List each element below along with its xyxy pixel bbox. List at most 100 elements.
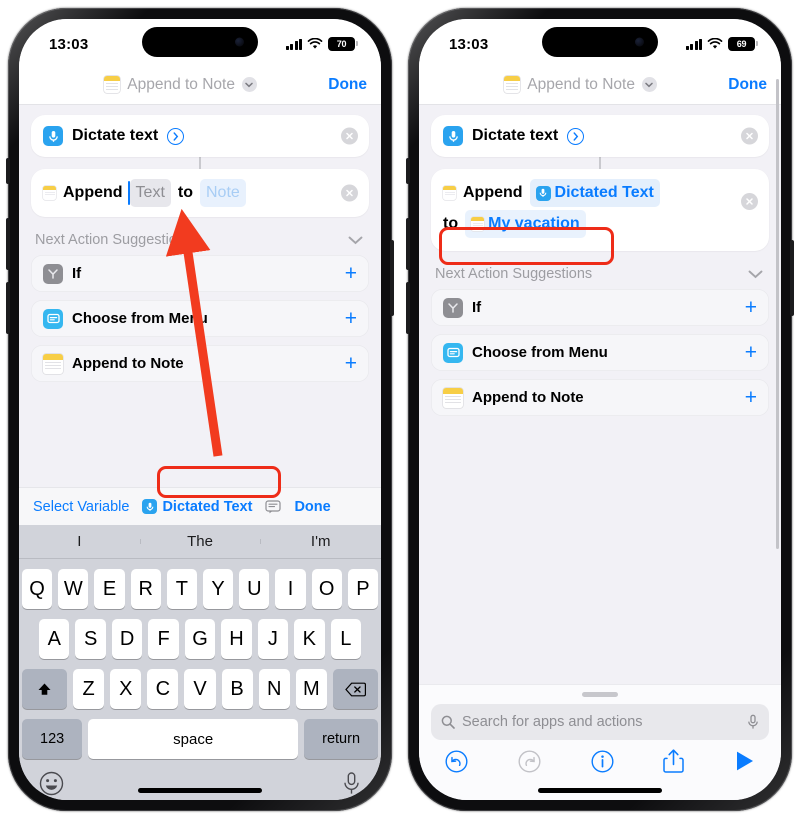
redo-arrow-icon[interactable] <box>518 749 541 773</box>
plus-icon[interactable]: + <box>745 297 757 318</box>
key-u[interactable]: U <box>239 569 270 609</box>
sheet-grabber[interactable] <box>582 692 618 697</box>
select-variable-button[interactable]: Select Variable <box>33 499 129 515</box>
volume-down-button[interactable] <box>406 282 410 334</box>
key-x[interactable]: X <box>110 669 142 709</box>
microphone-icon[interactable] <box>342 771 361 796</box>
key-f[interactable]: F <box>148 619 179 659</box>
share-arrow-up-icon[interactable] <box>663 749 684 773</box>
sidebar-item-choose-from-menu[interactable]: Choose from Menu + <box>431 334 769 371</box>
plus-icon[interactable]: + <box>345 353 357 374</box>
volume-up-button[interactable] <box>406 218 410 270</box>
shift-up-icon[interactable] <box>22 669 68 709</box>
key-g[interactable]: G <box>184 619 216 659</box>
key-l[interactable]: L <box>330 619 361 659</box>
emoji-smiley-icon[interactable] <box>39 771 64 796</box>
key-o[interactable]: O <box>311 569 342 609</box>
microphone-icon[interactable] <box>747 714 759 730</box>
key-d[interactable]: D <box>111 619 143 659</box>
phone-left: 13:03 70 Append to Note Done Dictate tex… <box>6 8 394 811</box>
dynamic-island <box>542 27 658 57</box>
sidebar-item-if[interactable]: If + <box>31 255 369 292</box>
chevron-down-icon[interactable] <box>241 77 257 92</box>
chevron-down-icon[interactable] <box>348 236 363 245</box>
key-k[interactable]: K <box>294 619 325 659</box>
keyboard-done-button[interactable]: Done <box>294 499 330 515</box>
suggestions-header-row[interactable]: Next Action Suggestions <box>431 251 769 289</box>
key-n[interactable]: N <box>258 669 290 709</box>
prediction-candidate-1[interactable]: I <box>19 533 140 550</box>
plus-icon[interactable]: + <box>745 387 757 408</box>
chevron-right-circle-icon[interactable] <box>167 127 185 145</box>
plus-icon[interactable]: + <box>345 263 357 284</box>
sidebar-item-append-to-note[interactable]: Append to Note + <box>431 379 769 416</box>
chevron-down-icon[interactable] <box>641 77 657 92</box>
clear-circle-icon[interactable] <box>341 184 358 202</box>
silent-switch[interactable] <box>406 158 410 184</box>
key-a[interactable]: A <box>39 619 70 659</box>
info-circle-icon[interactable] <box>590 749 614 773</box>
home-indicator[interactable] <box>138 788 262 793</box>
shortcut-title-group[interactable]: Append to Note <box>433 76 728 94</box>
note-field[interactable]: Note <box>200 179 246 207</box>
suggestions-header-row[interactable]: Next Action Suggestions <box>31 217 369 255</box>
return-key[interactable]: return <box>304 719 378 759</box>
key-i[interactable]: I <box>275 569 306 609</box>
notes-app-icon <box>443 186 456 200</box>
key-p[interactable]: P <box>347 569 379 609</box>
undo-arrow-icon[interactable] <box>445 749 468 773</box>
numbers-key[interactable]: 123 <box>22 719 83 759</box>
key-q[interactable]: Q <box>21 569 53 609</box>
volume-down-button[interactable] <box>6 282 10 334</box>
sidebar-item-if[interactable]: If + <box>431 289 769 326</box>
clear-circle-icon[interactable] <box>341 127 358 145</box>
key-r[interactable]: R <box>130 569 161 609</box>
plus-icon[interactable]: + <box>745 342 757 363</box>
key-w[interactable]: W <box>58 569 89 609</box>
comment-bubble-icon[interactable] <box>265 499 282 514</box>
vertical-scrollbar[interactable] <box>775 79 779 549</box>
key-s[interactable]: S <box>75 619 106 659</box>
play-triangle-icon[interactable] <box>734 750 755 772</box>
dictated-text-chip[interactable]: Dictated Text <box>142 499 252 515</box>
power-button[interactable] <box>390 240 394 316</box>
sidebar-item-append-to-note[interactable]: Append to Note + <box>31 345 369 382</box>
plus-icon[interactable]: + <box>345 308 357 329</box>
action-card-append-to-note[interactable]: Append Text to Note <box>31 169 369 217</box>
key-j[interactable]: J <box>257 619 289 659</box>
backspace-icon[interactable] <box>332 669 378 709</box>
search-input[interactable]: Search for apps and actions <box>431 704 769 740</box>
volume-up-button[interactable] <box>6 218 10 270</box>
key-c[interactable]: C <box>147 669 179 709</box>
my-vacation-note-field[interactable]: My vacation <box>465 210 586 238</box>
action-card-append-to-note[interactable]: Append Dictated Text to My vacation <box>431 169 769 251</box>
home-indicator[interactable] <box>538 788 662 793</box>
clear-circle-icon[interactable] <box>741 193 758 210</box>
action-card-dictate-text[interactable]: Dictate text <box>31 115 369 157</box>
prediction-candidate-3[interactable]: I'm <box>260 533 381 550</box>
key-b[interactable]: B <box>221 669 253 709</box>
key-y[interactable]: Y <box>203 569 234 609</box>
key-t[interactable]: T <box>166 569 197 609</box>
power-button[interactable] <box>790 240 794 316</box>
prediction-candidate-2[interactable]: The <box>139 533 261 550</box>
key-m[interactable]: M <box>295 669 327 709</box>
sidebar-item-choose-from-menu[interactable]: Choose from Menu + <box>31 300 369 337</box>
cellular-bars-icon <box>685 38 702 50</box>
key-h[interactable]: H <box>221 619 252 659</box>
chevron-down-icon[interactable] <box>748 270 763 279</box>
silent-switch[interactable] <box>6 158 10 184</box>
shortcut-title-group[interactable]: Append to Note <box>33 76 328 94</box>
chevron-right-circle-icon[interactable] <box>567 127 585 145</box>
text-field[interactable]: Text <box>127 179 171 207</box>
done-button[interactable]: Done <box>728 76 767 94</box>
dictated-text-variable[interactable]: Dictated Text <box>529 179 660 207</box>
key-e[interactable]: E <box>94 569 125 609</box>
clear-circle-icon[interactable] <box>741 127 758 145</box>
key-v[interactable]: V <box>184 669 216 709</box>
space-key[interactable]: space <box>88 719 299 759</box>
key-z[interactable]: Z <box>73 669 105 709</box>
keyboard-row-3: ZXCVBNM <box>19 669 381 709</box>
done-button[interactable]: Done <box>328 76 367 94</box>
action-card-dictate-text[interactable]: Dictate text <box>431 115 769 157</box>
